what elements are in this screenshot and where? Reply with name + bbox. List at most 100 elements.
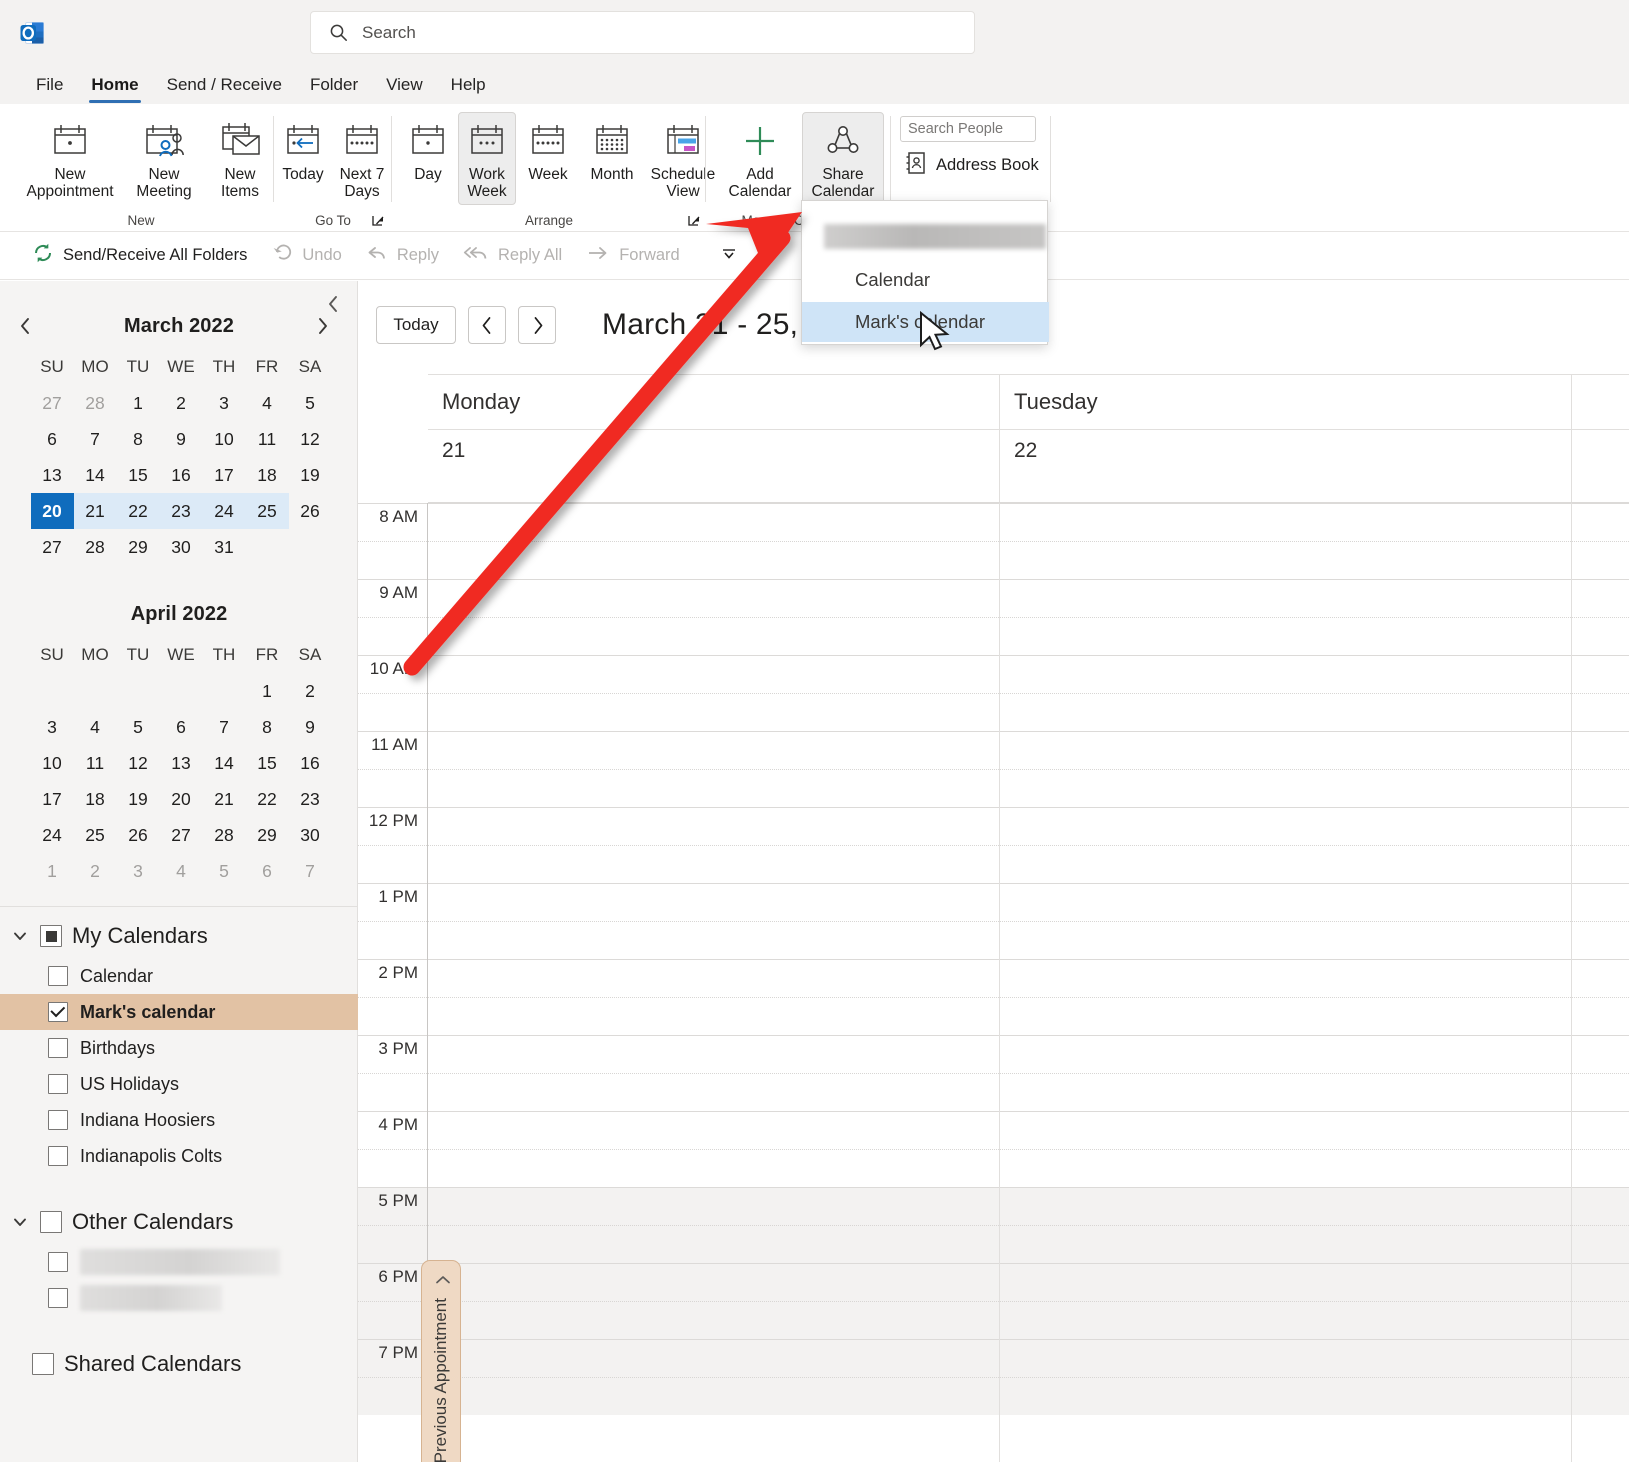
tree-item[interactable]: Birthdays (0, 1030, 358, 1066)
search-input[interactable] (362, 19, 922, 47)
search-people-input[interactable] (908, 121, 1030, 137)
mini-calendar-day[interactable]: 18 (74, 781, 117, 817)
mini-calendar-day[interactable]: 31 (203, 529, 246, 565)
mini-calendar-day[interactable]: 4 (74, 709, 117, 745)
mini-calendar-next-button[interactable] (308, 312, 336, 340)
mini-calendar-day[interactable]: 16 (289, 745, 332, 781)
all-day-cell-monday[interactable]: 21 (428, 430, 1000, 502)
mini-calendar-day[interactable]: 5 (289, 385, 332, 421)
mini-calendar-day[interactable]: 14 (203, 745, 246, 781)
mini-calendar-day[interactable]: 19 (289, 457, 332, 493)
all-day-cell-tuesday[interactable]: 22 (1000, 430, 1572, 502)
mini-calendar-day[interactable]: 8 (246, 709, 289, 745)
calendar-hour-cell[interactable] (1000, 959, 1571, 1035)
day-column-tuesday[interactable] (1000, 503, 1572, 1462)
mini-calendar-day[interactable]: 28 (74, 529, 117, 565)
calendar-hour-cell[interactable] (428, 959, 999, 1035)
mini-calendar-day[interactable]: 22 (246, 781, 289, 817)
calendar-hour-cell[interactable] (428, 503, 999, 579)
mini-calendar-day[interactable]: 9 (289, 709, 332, 745)
tree-group-other-calendars[interactable]: Other Calendars (0, 1200, 358, 1244)
calendar-hour-cell[interactable] (428, 1187, 999, 1263)
tree-item[interactable]: US Holidays (0, 1066, 358, 1102)
mini-calendar-day[interactable]: 11 (246, 421, 289, 457)
calendar-checkbox[interactable] (48, 1038, 68, 1058)
mini-calendar-day[interactable]: 5 (203, 853, 246, 889)
mini-calendar-day[interactable]: 2 (289, 673, 332, 709)
calendar-checkbox[interactable] (48, 1146, 68, 1166)
calendar-hour-cell[interactable] (1000, 1035, 1571, 1111)
mini-calendar-day[interactable]: 7 (74, 421, 117, 457)
mini-calendar-day[interactable]: 27 (31, 385, 74, 421)
day-view-button[interactable]: Day (400, 112, 456, 187)
mini-calendar-day[interactable]: 30 (160, 529, 203, 565)
mini-calendar-day-today[interactable]: 20 (31, 493, 74, 529)
mini-calendar-day[interactable]: 30 (289, 817, 332, 853)
calendar-checkbox[interactable] (48, 1252, 68, 1272)
mini-calendar-day[interactable]: 24 (203, 493, 246, 529)
mini-calendar-day[interactable]: 11 (74, 745, 117, 781)
calendar-hour-cell[interactable] (1572, 807, 1629, 883)
chevron-down-icon[interactable] (712, 243, 746, 268)
mini-calendar-day[interactable]: 1 (246, 673, 289, 709)
calendar-hour-cell[interactable] (1572, 731, 1629, 807)
new-items-button[interactable]: New Items (205, 112, 275, 205)
mini-calendar-day[interactable]: 1 (117, 385, 160, 421)
today-ribbon-button[interactable]: Today (274, 112, 332, 187)
today-button[interactable]: Today (376, 306, 456, 344)
calendar-hour-cell[interactable] (1572, 1339, 1629, 1415)
mini-calendar-day[interactable]: 23 (289, 781, 332, 817)
calendar-hour-cell[interactable] (428, 579, 999, 655)
send-receive-all-folders-button[interactable]: Send/Receive All Folders (20, 238, 259, 273)
mini-calendar-day[interactable]: 7 (203, 709, 246, 745)
mini-calendar-day[interactable]: 17 (203, 457, 246, 493)
mini-calendar-day[interactable]: 15 (117, 457, 160, 493)
day-header-tuesday[interactable]: Tuesday (1000, 375, 1572, 429)
tree-item[interactable]: Indiana Hoosiers (0, 1102, 358, 1138)
search-people-box[interactable] (900, 116, 1036, 142)
tree-item[interactable]: Indianapolis Colts (0, 1138, 358, 1174)
calendar-hour-cell[interactable] (1000, 1111, 1571, 1187)
mini-calendar-day[interactable]: 5 (117, 709, 160, 745)
calendar-checkbox[interactable] (48, 1074, 68, 1094)
mini-calendar-day[interactable]: 12 (289, 421, 332, 457)
mini-calendar-day[interactable]: 4 (246, 385, 289, 421)
calendar-hour-cell[interactable] (428, 807, 999, 883)
mini-calendar-day[interactable]: 26 (117, 817, 160, 853)
chevron-down-icon[interactable] (10, 1217, 30, 1227)
calendar-hour-cell[interactable] (1000, 503, 1571, 579)
mini-calendar-day[interactable]: 3 (117, 853, 160, 889)
share-calendar-button[interactable]: Share Calendar (802, 112, 884, 205)
search-box[interactable] (310, 11, 975, 54)
mini-calendar-day[interactable]: 25 (74, 817, 117, 853)
mini-calendar-day[interactable]: 16 (160, 457, 203, 493)
mini-calendar-day[interactable]: 2 (74, 853, 117, 889)
work-week-view-button[interactable]: Work Week (458, 112, 516, 205)
mini-calendar-day[interactable]: 13 (31, 457, 74, 493)
reply-button[interactable]: Reply (354, 238, 451, 273)
calendar-hour-cell[interactable] (1000, 807, 1571, 883)
menu-item-folder[interactable]: Folder (296, 70, 372, 100)
calendar-checkbox[interactable] (48, 1288, 68, 1308)
mini-calendar-day[interactable]: 6 (160, 709, 203, 745)
new-meeting-button[interactable]: New Meeting (125, 112, 203, 205)
menu-item-help[interactable]: Help (437, 70, 500, 100)
calendar-checkbox[interactable] (48, 966, 68, 986)
mini-calendar-day[interactable]: 4 (160, 853, 203, 889)
mini-calendar-day[interactable]: 6 (31, 421, 74, 457)
month-view-button[interactable]: Month (579, 112, 645, 187)
calendar-hour-cell[interactable] (428, 1111, 999, 1187)
calendar-hour-cell[interactable] (428, 731, 999, 807)
calendar-hour-cell[interactable] (1572, 1035, 1629, 1111)
dropdown-item-calendar[interactable]: Calendar (802, 260, 1049, 300)
mini-calendar-day[interactable]: 22 (117, 493, 160, 529)
calendar-hour-cell[interactable] (1000, 731, 1571, 807)
address-book-button[interactable]: Address Book (900, 148, 1044, 183)
menu-item-home[interactable]: Home (77, 70, 152, 100)
mini-calendar-day[interactable]: 14 (74, 457, 117, 493)
mini-calendar-day[interactable]: 19 (117, 781, 160, 817)
calendar-hour-cell[interactable] (1572, 1187, 1629, 1263)
calendar-hour-cell[interactable] (1000, 579, 1571, 655)
calendar-hour-cell[interactable] (1000, 1339, 1571, 1415)
mini-calendar-day[interactable]: 13 (160, 745, 203, 781)
